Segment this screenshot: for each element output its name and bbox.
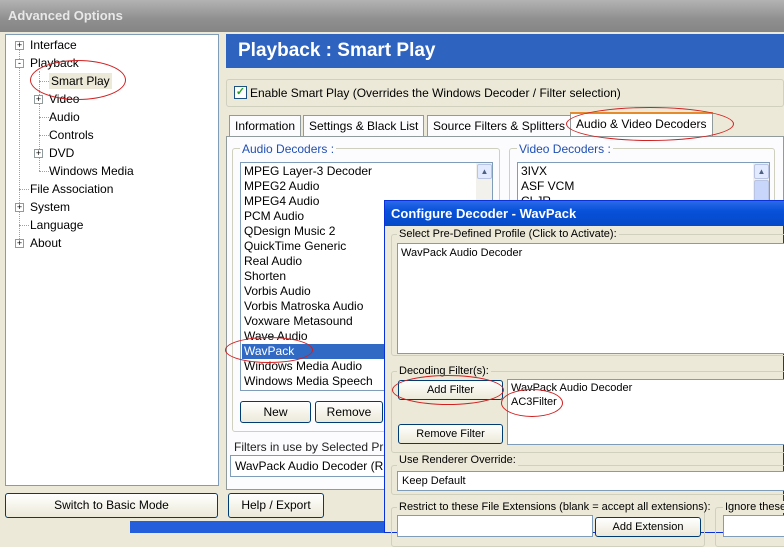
new-button[interactable]: New: [240, 401, 311, 423]
tree-item-label: Playback: [30, 56, 79, 70]
scroll-up-icon[interactable]: ▲: [754, 164, 769, 179]
expand-icon[interactable]: +: [34, 149, 43, 158]
profile-legend: Select Pre-Defined Profile (Click to Act…: [397, 228, 619, 240]
restrict-extensions-legend: Restrict to these File Extensions (blank…: [397, 501, 713, 513]
tree-item-smart-play[interactable]: Smart Play: [49, 73, 112, 89]
ignore-legend: Ignore these: [723, 501, 784, 513]
tree-item-playback[interactable]: Playback: [30, 55, 79, 71]
renderer-legend: Use Renderer Override:: [397, 454, 518, 466]
tree-item-label: Language: [30, 218, 84, 232]
list-item[interactable]: Vorbis Matroska Audio: [244, 299, 363, 314]
remove-button[interactable]: Remove: [315, 401, 383, 423]
window-title: Advanced Options: [8, 8, 123, 23]
tree-item-label: File Association: [30, 182, 114, 196]
profile-list[interactable]: WavPack Audio Decoder: [397, 243, 784, 354]
remove-filter-button[interactable]: Remove Filter: [398, 424, 503, 444]
list-item[interactable]: MPEG2 Audio: [244, 179, 319, 194]
configure-decoder-dialog[interactable]: Configure Decoder - WavPack Select Pre-D…: [384, 200, 784, 547]
page-header: Playback : Smart Play: [226, 34, 784, 68]
list-item[interactable]: WavPack Audio Decoder: [401, 246, 522, 261]
tree-item-dvd[interactable]: DVD: [49, 145, 74, 161]
tree-item-label: System: [30, 200, 71, 214]
tree-item-language[interactable]: Language: [30, 217, 83, 233]
tree-item-file-association[interactable]: File Association: [30, 181, 113, 197]
dialog-title-bar[interactable]: Configure Decoder - WavPack: [385, 201, 784, 226]
tab-source-filters[interactable]: Source Filters & Splitters: [427, 115, 572, 136]
collapse-icon[interactable]: -: [15, 59, 24, 68]
switch-to-basic-mode-button[interactable]: Switch to Basic Mode: [5, 493, 218, 518]
audio-decoders-label: Audio Decoders :: [240, 142, 337, 156]
window-title-bar[interactable]: Advanced Options: [0, 0, 784, 32]
list-item[interactable]: Real Audio: [244, 254, 302, 269]
tree-item-label: Video: [49, 92, 80, 106]
scroll-thumb[interactable]: [754, 180, 769, 202]
list-item[interactable]: ASF VCM: [521, 179, 574, 194]
page-title: Playback : Smart Play: [238, 40, 436, 61]
dialog-title: Configure Decoder - WavPack: [391, 206, 577, 221]
options-tree[interactable]: + Interface - Playback Smart Play + Vide…: [5, 34, 219, 486]
expand-icon[interactable]: +: [15, 203, 24, 212]
help-export-button[interactable]: Help / Export: [228, 493, 324, 518]
list-item[interactable]: Windows Media Audio: [244, 359, 362, 374]
renderer-select[interactable]: Keep Default: [397, 471, 784, 491]
list-item[interactable]: Voxware Metasound: [244, 314, 353, 329]
list-item[interactable]: MPEG4 Audio: [244, 194, 319, 209]
taskbar-strip: [130, 521, 384, 533]
list-item[interactable]: AC3Filter: [511, 395, 557, 410]
decoding-filters-legend: Decoding Filter(s):: [397, 365, 491, 377]
video-decoders-label: Video Decoders :: [517, 142, 613, 156]
tree-item-video[interactable]: Video: [49, 91, 79, 107]
add-extension-button[interactable]: Add Extension: [595, 517, 701, 537]
tree-item-label: About: [30, 236, 62, 250]
filters-in-use-field[interactable]: WavPack Audio Decoder (R: [230, 455, 386, 477]
tree-item-label: Controls: [49, 128, 94, 142]
tree-item-about[interactable]: About: [30, 235, 61, 251]
list-item[interactable]: PCM Audio: [244, 209, 304, 224]
expand-icon[interactable]: +: [15, 41, 24, 50]
list-item[interactable]: 3IVX: [521, 164, 547, 179]
list-item[interactable]: WavPack Audio Decoder: [511, 381, 632, 396]
list-item[interactable]: Shorten: [244, 269, 286, 284]
tab-audio-video-decoders[interactable]: Audio & Video Decoders: [570, 112, 713, 136]
tree-item-interface[interactable]: Interface: [30, 37, 77, 53]
filters-in-use-label: Filters in use by Selected Pr: [234, 440, 384, 454]
list-item[interactable]: QuickTime Generic: [244, 239, 346, 254]
enable-smart-play-label[interactable]: Enable Smart Play (Overrides the Windows…: [250, 86, 621, 100]
list-item[interactable]: Windows Media Speech: [244, 374, 373, 389]
tree-item-controls[interactable]: Controls: [49, 127, 94, 143]
list-item[interactable]: MPEG Layer-3 Decoder: [244, 164, 372, 179]
tree-item-label: Audio: [49, 110, 80, 124]
tree-item-label: Windows Media: [49, 164, 134, 178]
ignore-field[interactable]: [723, 515, 784, 537]
add-filter-button[interactable]: Add Filter: [398, 380, 503, 400]
tree-item-label: DVD: [49, 146, 75, 160]
tree-item-audio[interactable]: Audio: [49, 109, 80, 125]
enable-smart-play-checkbox[interactable]: ✓: [234, 86, 247, 99]
scroll-up-icon[interactable]: ▲: [477, 164, 492, 179]
tab-information[interactable]: Information: [229, 115, 302, 136]
tab-settings-black-list[interactable]: Settings & Black List: [303, 115, 425, 136]
tree-item-windows-media[interactable]: Windows Media: [49, 163, 134, 179]
list-item[interactable]: QDesign Music 2: [244, 224, 335, 239]
expand-icon[interactable]: +: [34, 95, 43, 104]
extensions-field[interactable]: [397, 515, 593, 537]
tree-item-label: Interface: [30, 38, 77, 52]
tree-item-label: Smart Play: [51, 74, 110, 88]
expand-icon[interactable]: +: [15, 239, 24, 248]
tree-item-system[interactable]: System: [30, 199, 70, 215]
decoding-filters-list[interactable]: WavPack Audio Decoder AC3Filter: [507, 379, 784, 445]
list-item[interactable]: Vorbis Audio: [244, 284, 311, 299]
list-item[interactable]: Wave Audio: [244, 329, 308, 344]
